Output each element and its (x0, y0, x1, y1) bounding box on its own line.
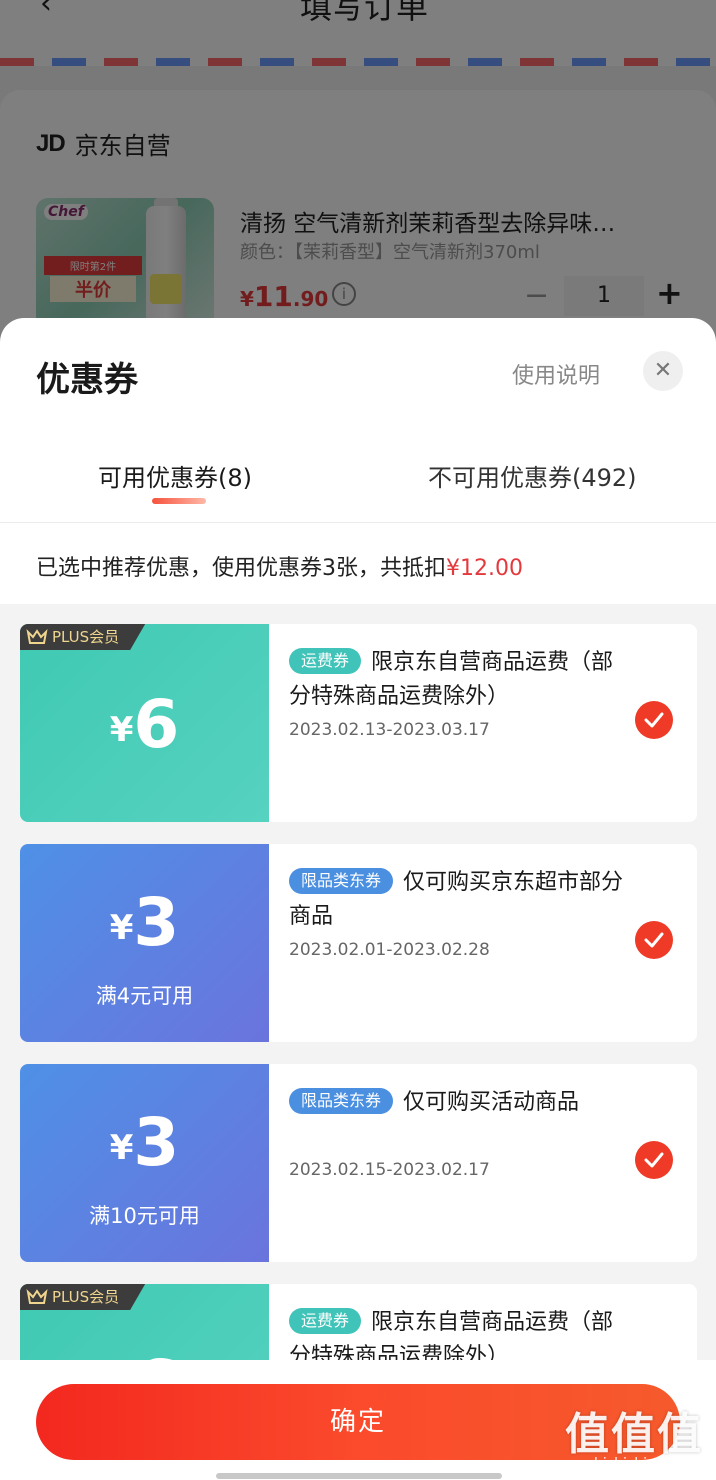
summary-text: 已选中推荐优惠，使用优惠券3张，共抵扣 (36, 556, 446, 581)
coupon-threshold: 满10元可用 (89, 1204, 200, 1228)
coupon-card[interactable]: PLUS会员 ¥6 运费券 限京东自营商品运费（部分特殊商品运费除外） 2023.… (20, 624, 697, 822)
coupon-desc-text: 仅可购买活动商品 (403, 1090, 580, 1115)
coupon-description: 限品类东券 仅可购买京东超市部分商品 (289, 866, 629, 934)
coupon-type-tag: 限品类东券 (289, 868, 394, 894)
tab-available-coupons[interactable]: 可用优惠券(8) (98, 458, 252, 493)
coupon-validity: 2023.02.15-2023.02.17 (289, 1160, 490, 1180)
plus-member-badge: PLUS会员 (20, 1284, 146, 1310)
active-tab-indicator (152, 498, 206, 504)
tab-divider (0, 522, 716, 523)
close-icon[interactable]: ✕ (643, 351, 683, 391)
coupon-info: 运费券 限京东自营商品运费（部分特殊商品运费除外） (269, 1284, 697, 1364)
watermark-logo: 值值值 (565, 1409, 703, 1460)
coupon-type-tag: 限品类东券 (289, 1088, 394, 1114)
coupon-amount: ¥3 (20, 1104, 269, 1181)
coupon-amount: ¥3 (20, 884, 269, 961)
coupon-amount: ¥6 (20, 686, 269, 763)
plus-badge-label: PLUS会员 (52, 628, 120, 646)
coupon-description: 运费券 限京东自营商品运费（部分特殊商品运费除外） (289, 1306, 629, 1364)
coupon-description: 限品类东券 仅可购买活动商品 (289, 1086, 629, 1120)
check-icon[interactable] (635, 701, 673, 739)
coupon-currency: ¥ (109, 908, 134, 948)
discount-summary: 已选中推荐优惠，使用优惠券3张，共抵扣¥12.00 (36, 550, 523, 582)
coupon-validity: 2023.02.01-2023.02.28 (289, 940, 490, 960)
coupon-card[interactable]: PLUS会员 ¥6 运费券限京东自营商品运费（部分特殊商品运费除外） (20, 1284, 697, 1364)
plus-member-badge: PLUS会员 (20, 624, 146, 650)
coupon-info: 运费券 限京东自营商品运费（部分特殊商品运费除外） 2023.02.13-2023… (269, 624, 697, 822)
coupon-validity: 2023.02.13-2023.03.17 (289, 720, 490, 740)
check-icon[interactable] (635, 1141, 673, 1179)
coupon-value-panel: PLUS会员 ¥6 (20, 1284, 269, 1364)
crown-icon (26, 1289, 48, 1304)
site-watermark: 值值值 zhizhizhi.com (560, 1398, 708, 1472)
coupon-list[interactable]: PLUS会员 ¥6 运费券 限京东自营商品运费（部分特殊商品运费除外） 2023.… (0, 604, 716, 1364)
summary-amount: ¥12.00 (446, 556, 523, 581)
sheet-title: 优惠券 (36, 360, 138, 400)
coupon-threshold: 满4元可用 (95, 984, 194, 1008)
coupon-description: 运费券 限京东自营商品运费（部分特殊商品运费除外） (289, 646, 629, 714)
coupon-value-panel: ¥3 满10元可用 (20, 1064, 269, 1262)
plus-badge-label: PLUS会员 (52, 1288, 120, 1306)
usage-instructions-link[interactable]: 使用说明 (512, 358, 600, 390)
tab-unavailable-coupons[interactable]: 不可用优惠券(492) (428, 458, 637, 493)
coupon-type-tag: 运费券 (289, 648, 362, 674)
coupon-info: 限品类东券 仅可购买京东超市部分商品 2023.02.01-2023.02.28 (269, 844, 697, 1042)
coupon-info: 限品类东券 仅可购买活动商品 2023.02.15-2023.02.17 (269, 1064, 697, 1262)
coupon-type-tag: 运费券 (289, 1308, 362, 1334)
coupon-sheet: 优惠券 使用说明 ✕ 可用优惠券(8) 不可用优惠券(492) 已选中推荐优惠，… (0, 318, 716, 1480)
coupon-value-panel: PLUS会员 ¥6 (20, 624, 269, 822)
coupon-currency: ¥ (109, 710, 134, 750)
check-icon[interactable] (635, 921, 673, 959)
coupon-amount-value: 3 (133, 1104, 180, 1181)
coupon-value-panel: ¥3 满4元可用 (20, 844, 269, 1042)
coupon-amount-value: 6 (133, 686, 180, 763)
home-indicator[interactable] (216, 1473, 502, 1479)
coupon-currency: ¥ (109, 1128, 134, 1168)
coupon-card[interactable]: ¥3 满4元可用 限品类东券 仅可购买京东超市部分商品 2023.02.01-20… (20, 844, 697, 1042)
crown-icon (26, 629, 48, 644)
coupon-card[interactable]: ¥3 满10元可用 限品类东券 仅可购买活动商品 2023.02.15-2023.… (20, 1064, 697, 1262)
coupon-amount-value: 3 (133, 884, 180, 961)
